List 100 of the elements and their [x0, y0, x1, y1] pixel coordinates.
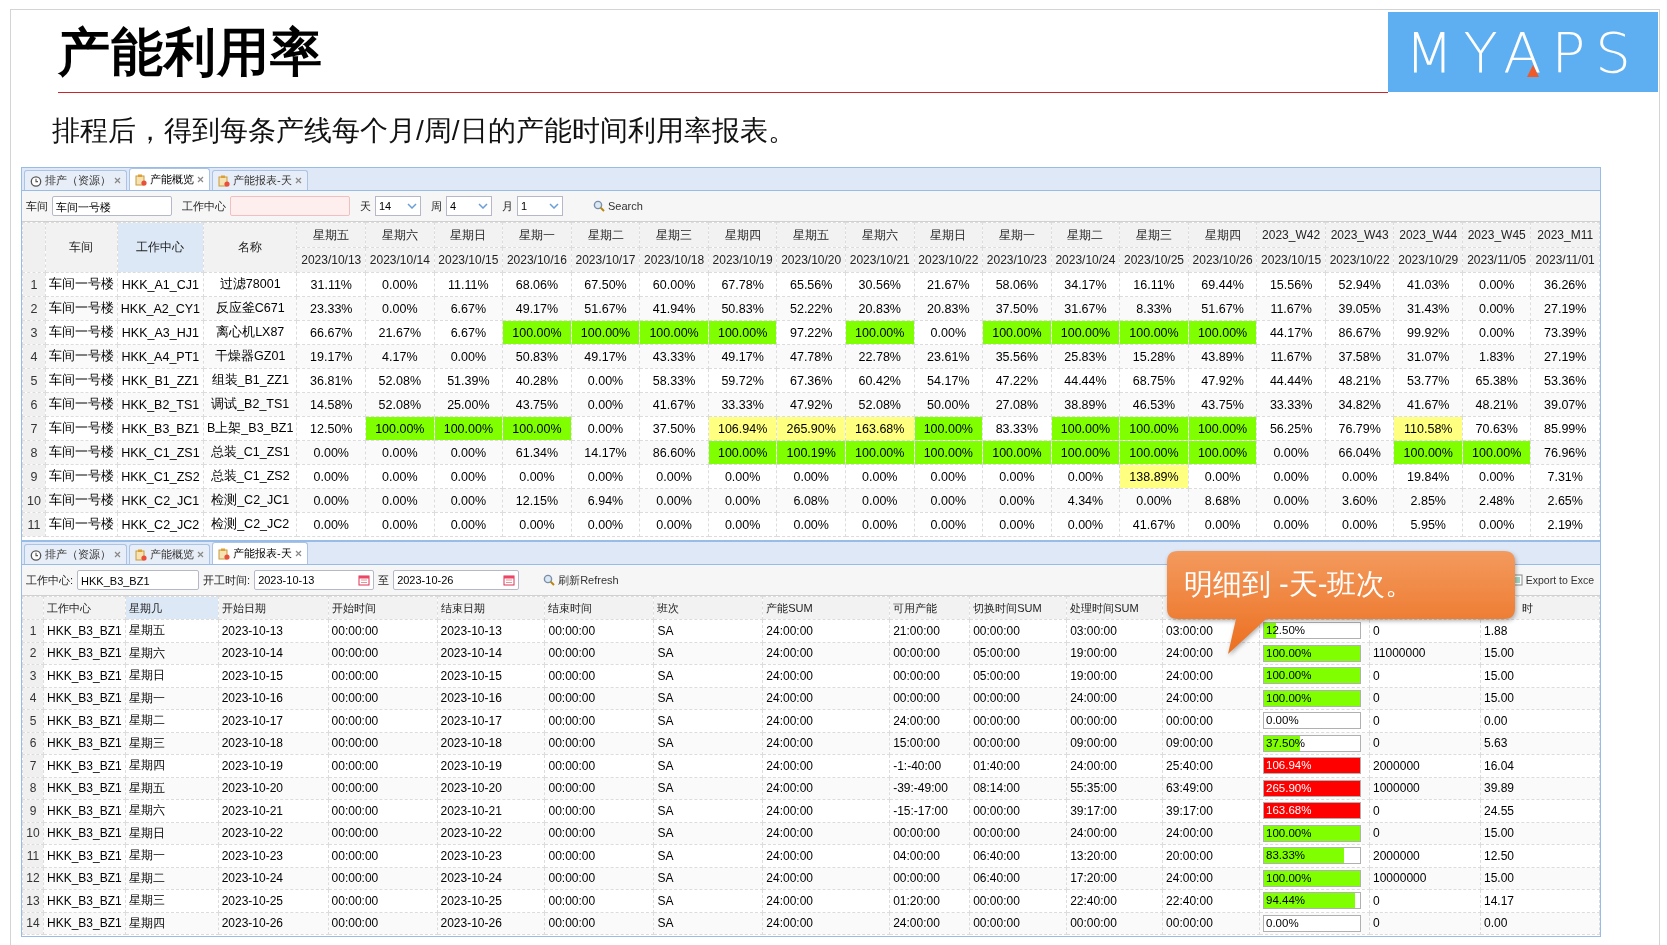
column-header[interactable]: 2023_M11 — [1530, 222, 1600, 248]
column-header[interactable]: 结束时间 — [544, 596, 654, 620]
column-header[interactable]: 星期四 — [1188, 222, 1257, 248]
column-header[interactable]: 时 — [1521, 601, 1533, 614]
column-header[interactable]: 星期一 — [502, 222, 572, 248]
column-header[interactable]: 产能SUM — [762, 596, 890, 620]
table-cell: 车间一号楼 — [45, 344, 118, 369]
tab[interactable]: 排产（资源） — [24, 170, 127, 190]
column-header[interactable]: 2023/10/22 — [1325, 247, 1394, 273]
tab[interactable]: 排产（资源） — [24, 544, 127, 564]
column-header[interactable]: 2023/10/17 — [571, 247, 640, 273]
table-cell: 31.07% — [1393, 344, 1463, 369]
column-header[interactable]: 2023/10/22 — [914, 247, 983, 273]
row-number: 12 — [22, 867, 44, 890]
work-center-field[interactable] — [230, 196, 350, 216]
table-cell: 0.00% — [365, 512, 435, 537]
dropdown[interactable]: 1 — [517, 196, 563, 216]
column-header[interactable]: 2023_W44 — [1393, 222, 1463, 248]
table-cell: 2023-10-16 — [437, 687, 545, 710]
column-header[interactable]: 2023/10/14 — [365, 247, 435, 273]
column-header[interactable]: 星期四 — [708, 222, 777, 248]
table-cell: 0.00% — [1462, 296, 1531, 321]
column-header[interactable]: 车间 — [45, 222, 118, 273]
table-cell: 00:00:00 — [1066, 912, 1163, 935]
column-header[interactable]: 2023/10/19 — [708, 247, 777, 273]
table-cell: 0.00% — [1462, 512, 1531, 537]
table-cell: 58.06% — [982, 272, 1052, 297]
table-cell: 00:00:00 — [969, 732, 1067, 755]
table-cell: 00:00:00 — [328, 687, 437, 710]
column-header[interactable]: 处理时间SUM — [1066, 596, 1163, 620]
column-header[interactable]: 工作中心 — [117, 222, 204, 273]
column-header[interactable]: 星期三 — [1119, 222, 1189, 248]
column-header[interactable]: 切换时间SUM — [969, 596, 1067, 620]
table-cell: 100.00% — [708, 440, 777, 465]
column-header[interactable]: 2023/10/18 — [639, 247, 709, 273]
table-cell: 43.75% — [502, 392, 572, 417]
tab[interactable]: 产能概览 — [129, 544, 210, 564]
column-header[interactable]: 2023_W43 — [1325, 222, 1394, 248]
table-cell: 52.22% — [776, 296, 846, 321]
tab[interactable]: 产能报表-天 — [212, 542, 308, 564]
column-header[interactable]: 星期六 — [365, 222, 435, 248]
search-button[interactable]: Search — [587, 198, 649, 214]
column-header[interactable]: 星期日 — [434, 222, 503, 248]
bar-label: 100.00% — [1266, 690, 1312, 706]
column-header[interactable]: 班次 — [653, 596, 763, 620]
column-header[interactable]: 2023/11/05 — [1462, 247, 1531, 273]
table-cell: 0.00% — [639, 464, 709, 489]
column-header[interactable]: 结束日期 — [437, 596, 545, 620]
column-header[interactable]: 星期五 — [776, 222, 846, 248]
column-header[interactable]: 2023/10/21 — [845, 247, 915, 273]
table-cell: SA — [653, 642, 763, 665]
column-header[interactable]: 2023/10/15 — [434, 247, 503, 273]
table-cell: 2023-10-13 — [437, 619, 545, 642]
column-header[interactable]: 2023/10/26 — [1188, 247, 1257, 273]
column-header[interactable]: 2023/10/15 — [1256, 247, 1326, 273]
column-header[interactable]: 2023/10/20 — [776, 247, 846, 273]
column-header[interactable]: 开始时间 — [328, 596, 437, 620]
column-header[interactable]: 星期三 — [639, 222, 709, 248]
column-header[interactable]: 星期日 — [914, 222, 983, 248]
column-header[interactable]: 名称 — [203, 222, 297, 273]
table-cell: 0.00% — [1119, 488, 1189, 513]
table-cell: 0.00% — [365, 488, 435, 513]
date-field[interactable]: 2023-10-13 — [254, 570, 375, 590]
column-header[interactable]: 星期二 — [1051, 222, 1120, 248]
table-cell: 44.44% — [1256, 368, 1326, 393]
date-field[interactable]: 2023-10-26 — [393, 570, 520, 590]
column-header[interactable]: 2023/11/01 — [1530, 247, 1600, 273]
column-header[interactable]: 工作中心 — [43, 596, 126, 620]
table-cell: HKK_A3_HJ1 — [117, 320, 204, 345]
column-header[interactable]: 星期一 — [982, 222, 1052, 248]
table-cell: 2023-10-16 — [218, 687, 329, 710]
column-header[interactable]: 2023_W45 — [1462, 222, 1531, 248]
column-header[interactable]: 开始日期 — [218, 596, 329, 620]
table-cell: 0.00% — [982, 464, 1052, 489]
column-header[interactable]: 2023_W42 — [1256, 222, 1326, 248]
work-center-field[interactable]: HKK_B3_BZ1 — [77, 570, 200, 590]
tab[interactable]: 产能报表-天 — [212, 170, 308, 190]
table-cell: 16.04 — [1480, 754, 1600, 777]
column-header[interactable]: 星期几 — [125, 596, 219, 620]
table-cell: 05:00:00 — [969, 642, 1067, 665]
workshop-field[interactable]: 车间一号楼 — [52, 196, 172, 216]
column-header[interactable]: 2023/10/25 — [1119, 247, 1189, 273]
tab[interactable]: 产能概览 — [129, 168, 210, 190]
column-header[interactable]: 星期五 — [296, 222, 366, 248]
table-cell: 2023-10-22 — [437, 822, 545, 845]
dropdown[interactable]: 4 — [446, 196, 492, 216]
table-cell: 41.67% — [639, 392, 709, 417]
column-header[interactable]: 可用产能 — [889, 596, 970, 620]
table-cell: 19:00:00 — [1066, 664, 1163, 687]
column-header[interactable]: 2023/10/24 — [1051, 247, 1120, 273]
column-header[interactable]: 2023/10/29 — [1393, 247, 1463, 273]
refresh-button[interactable]: 刷新Refresh — [537, 570, 625, 590]
table-cell: 6.67% — [434, 296, 503, 321]
table-cell: SA — [653, 619, 763, 642]
column-header[interactable]: 2023/10/23 — [982, 247, 1052, 273]
column-header[interactable]: 2023/10/13 — [296, 247, 366, 273]
dropdown[interactable]: 14 — [375, 196, 421, 216]
column-header[interactable]: 星期二 — [571, 222, 640, 248]
column-header[interactable]: 2023/10/16 — [502, 247, 572, 273]
column-header[interactable]: 星期六 — [845, 222, 915, 248]
